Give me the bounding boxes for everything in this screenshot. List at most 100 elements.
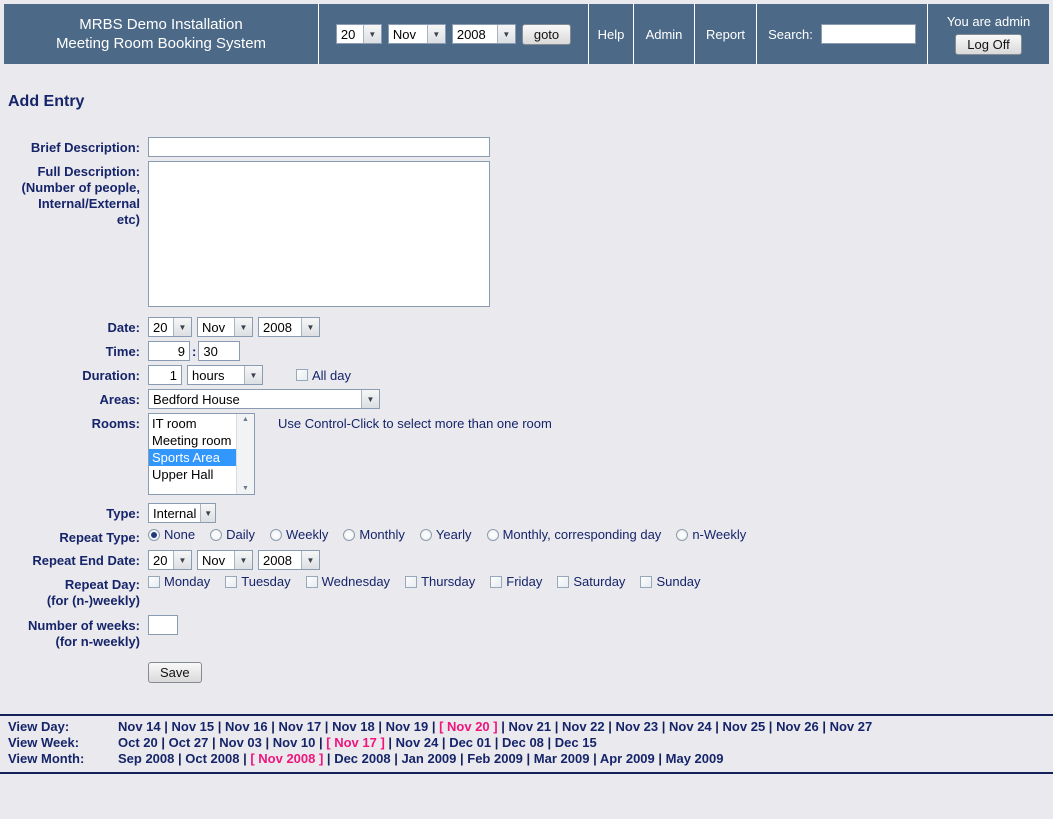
- time-minute-input[interactable]: [198, 341, 240, 361]
- duration-value-input[interactable]: [148, 365, 182, 385]
- repeat-type-option[interactable]: Monthly: [343, 527, 405, 542]
- date-link[interactable]: Nov 14: [118, 719, 161, 734]
- checkbox-icon[interactable]: [640, 576, 652, 588]
- repeat-type-option[interactable]: Yearly: [420, 527, 472, 542]
- room-option[interactable]: Sports Area: [149, 449, 236, 466]
- date-link[interactable]: Dec 15: [555, 735, 597, 750]
- checkbox-icon[interactable]: [490, 576, 502, 588]
- goto-button[interactable]: goto: [522, 24, 571, 45]
- date-day-select[interactable]: 20 ▼: [148, 317, 192, 337]
- repeat-type-option-label: n-Weekly: [692, 527, 746, 542]
- repeat-day-option[interactable]: Monday: [148, 574, 210, 589]
- date-link[interactable]: Nov 24: [669, 719, 712, 734]
- full-description-textarea[interactable]: [148, 161, 490, 307]
- separator: |: [174, 751, 185, 766]
- repeat-day-option[interactable]: Tuesday: [225, 574, 290, 589]
- date-link[interactable]: Nov 10: [273, 735, 316, 750]
- date-link[interactable]: May 2009: [666, 751, 724, 766]
- date-link[interactable]: Apr 2009: [600, 751, 655, 766]
- date-link[interactable]: Oct 2008: [185, 751, 239, 766]
- rooms-scrollbar[interactable]: ▲ ▼: [236, 414, 254, 494]
- date-link[interactable]: Nov 27: [830, 719, 873, 734]
- search-input[interactable]: [821, 24, 916, 44]
- date-link[interactable]: Dec 01: [449, 735, 491, 750]
- time-hour-input[interactable]: [148, 341, 190, 361]
- date-link[interactable]: Nov 03: [219, 735, 262, 750]
- radio-icon[interactable]: [420, 529, 432, 541]
- room-option[interactable]: IT room: [149, 415, 236, 432]
- repeat-type-option[interactable]: Daily: [210, 527, 255, 542]
- date-link[interactable]: Nov 16: [225, 719, 268, 734]
- date-year-select[interactable]: 2008 ▼: [258, 317, 320, 337]
- date-link[interactable]: Feb 2009: [467, 751, 523, 766]
- room-option[interactable]: Upper Hall: [149, 466, 236, 483]
- areas-select[interactable]: Bedford House ▼: [148, 389, 380, 409]
- date-link[interactable]: Dec 2008: [334, 751, 390, 766]
- date-month-select[interactable]: Nov ▼: [197, 317, 253, 337]
- date-link[interactable]: Nov 21: [508, 719, 551, 734]
- checkbox-icon[interactable]: [225, 576, 237, 588]
- duration-label: Duration:: [0, 365, 140, 384]
- all-day-checkbox[interactable]: [296, 369, 308, 381]
- checkbox-icon[interactable]: [148, 576, 160, 588]
- radio-icon[interactable]: [343, 529, 355, 541]
- checkbox-icon[interactable]: [557, 576, 569, 588]
- radio-icon[interactable]: [270, 529, 282, 541]
- checkbox-icon[interactable]: [405, 576, 417, 588]
- checkbox-icon[interactable]: [306, 576, 318, 588]
- radio-icon[interactable]: [148, 529, 160, 541]
- rooms-listbox[interactable]: IT roomMeeting roomSports AreaUpper Hall…: [148, 413, 255, 495]
- scroll-down-icon[interactable]: ▼: [242, 485, 249, 492]
- current-date-highlight: [ Nov 2008 ]: [250, 751, 323, 766]
- chevron-down-icon: ▼: [173, 318, 191, 336]
- scroll-up-icon[interactable]: ▲: [242, 416, 249, 423]
- nav-help[interactable]: Help: [588, 4, 633, 64]
- goto-year-select[interactable]: 2008 ▼: [452, 24, 516, 44]
- date-link[interactable]: Mar 2009: [534, 751, 590, 766]
- rooms-hint: Use Control-Click to select more than on…: [278, 413, 552, 431]
- repeat-end-year-select[interactable]: 2008 ▼: [258, 550, 320, 570]
- date-link[interactable]: Nov 22: [562, 719, 605, 734]
- date-link[interactable]: Nov 19: [386, 719, 429, 734]
- repeat-type-option[interactable]: Monthly, corresponding day: [487, 527, 662, 542]
- date-link[interactable]: Nov 26: [776, 719, 819, 734]
- duration-unit-select[interactable]: hours ▼: [187, 365, 263, 385]
- type-select[interactable]: Internal ▼: [148, 503, 216, 523]
- room-option[interactable]: Meeting room: [149, 432, 236, 449]
- site-title: MRBS Demo Installation Meeting Room Book…: [4, 4, 318, 64]
- all-day-option[interactable]: All day: [296, 368, 351, 383]
- repeat-type-option[interactable]: n-Weekly: [676, 527, 746, 542]
- repeat-day-option[interactable]: Wednesday: [306, 574, 390, 589]
- repeat-day-option[interactable]: Friday: [490, 574, 542, 589]
- nav-report[interactable]: Report: [694, 4, 756, 64]
- date-link[interactable]: Oct 27: [169, 735, 209, 750]
- date-link[interactable]: Nov 17: [279, 719, 322, 734]
- repeat-day-option[interactable]: Saturday: [557, 574, 625, 589]
- repeat-day-option[interactable]: Thursday: [405, 574, 475, 589]
- save-button[interactable]: Save: [148, 662, 202, 683]
- date-link[interactable]: Oct 20: [118, 735, 158, 750]
- brief-description-input[interactable]: [148, 137, 490, 157]
- areas-label: Areas:: [0, 389, 140, 408]
- goto-month-select[interactable]: Nov ▼: [388, 24, 446, 44]
- radio-icon[interactable]: [676, 529, 688, 541]
- goto-day-select[interactable]: 20 ▼: [336, 24, 382, 44]
- repeat-type-option[interactable]: None: [148, 527, 195, 542]
- radio-icon[interactable]: [210, 529, 222, 541]
- date-link[interactable]: Nov 15: [172, 719, 215, 734]
- radio-icon[interactable]: [487, 529, 499, 541]
- date-link[interactable]: Nov 24: [396, 735, 439, 750]
- date-link[interactable]: Nov 25: [723, 719, 766, 734]
- repeat-day-option[interactable]: Sunday: [640, 574, 700, 589]
- date-link[interactable]: Dec 08: [502, 735, 544, 750]
- number-of-weeks-input[interactable]: [148, 615, 178, 635]
- date-link[interactable]: Jan 2009: [401, 751, 456, 766]
- repeat-end-day-select[interactable]: 20 ▼: [148, 550, 192, 570]
- nav-admin[interactable]: Admin: [633, 4, 694, 64]
- date-link[interactable]: Nov 23: [616, 719, 659, 734]
- date-link[interactable]: Sep 2008: [118, 751, 174, 766]
- logoff-button[interactable]: Log Off: [955, 34, 1021, 55]
- repeat-type-option[interactable]: Weekly: [270, 527, 328, 542]
- repeat-end-month-select[interactable]: Nov ▼: [197, 550, 253, 570]
- date-link[interactable]: Nov 18: [332, 719, 375, 734]
